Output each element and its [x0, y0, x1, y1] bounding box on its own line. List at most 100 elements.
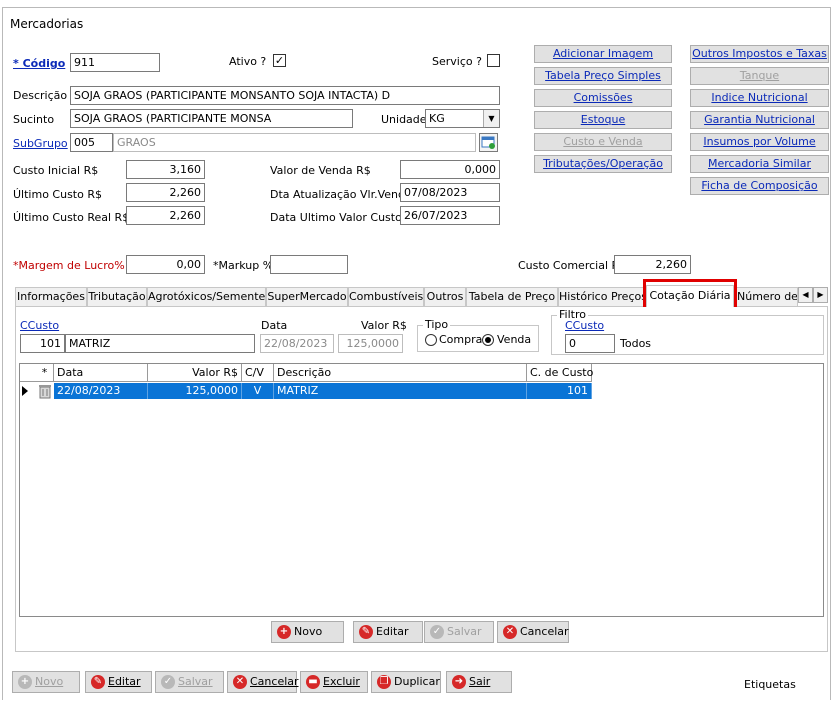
plus-icon: +: [18, 675, 32, 689]
markup-input[interactable]: [270, 255, 348, 274]
ativo-label: Ativo ?: [229, 55, 267, 68]
window-title: Mercadorias: [10, 17, 84, 31]
tab-informacoes[interactable]: Informações: [15, 287, 87, 306]
insumos-por-volume-button[interactable]: Insumos por Volume: [690, 133, 829, 151]
valor-venda-input[interactable]: 0,000: [400, 160, 500, 179]
dta-atualizacao-label: Dta Atualização Vlr.Venda: [270, 188, 412, 201]
valor-input[interactable]: 125,0000: [338, 334, 403, 353]
dta-atualizacao-input[interactable]: 07/08/2023: [400, 183, 500, 202]
salvar-button: ✓ Salvar: [155, 671, 224, 693]
tipo-label: Tipo: [423, 318, 451, 332]
data-label: Data: [261, 319, 288, 332]
tab-scroll-left-icon[interactable]: ◀: [798, 287, 813, 303]
venda-radio[interactable]: [482, 334, 494, 346]
cell-cv[interactable]: V: [242, 383, 274, 399]
cotacao-editar-button[interactable]: ✎ Editar: [353, 621, 423, 643]
data-ultimo-custo-input[interactable]: 26/07/2023: [400, 206, 500, 225]
plus-icon: +: [277, 625, 291, 639]
cell-descricao[interactable]: MATRIZ: [274, 383, 527, 399]
tab-tributacao[interactable]: Tributação: [87, 287, 147, 306]
ccusto-link[interactable]: CCusto: [20, 319, 59, 333]
cotacao-salvar-button: ✓ Salvar: [424, 621, 494, 643]
subgrupo-name-input: GRAOS: [113, 133, 476, 152]
grid-header-star[interactable]: *: [36, 364, 54, 382]
tab-outros[interactable]: Outros: [424, 287, 466, 306]
data-ultimo-custo-label: Data Ultimo Valor Custo: [270, 211, 402, 224]
filtro-ccusto-input[interactable]: 0: [565, 334, 615, 353]
cancel-icon: ✕: [503, 625, 517, 639]
ccusto-name-input[interactable]: MATRIZ: [65, 334, 255, 353]
cancel-icon: ✕: [233, 675, 247, 689]
ativo-checkbox[interactable]: ✓: [273, 54, 286, 67]
pencil-icon: ✎: [91, 675, 105, 689]
cell-data[interactable]: 22/08/2023: [54, 383, 148, 399]
markup-label: *Markup %: [213, 259, 274, 272]
tab-agrotoxicos[interactable]: Agrotóxicos/Sementes: [147, 287, 266, 306]
tributacoes-operacao-button[interactable]: Tributações/Operação: [534, 155, 672, 173]
descricao-label: Descrição: [13, 89, 68, 102]
duplicar-button[interactable]: ❐ Duplicar: [371, 671, 441, 693]
search-subgrupo-button[interactable]: [479, 133, 498, 152]
codigo-link[interactable]: * Código: [13, 57, 65, 71]
exit-icon: ➜: [452, 675, 466, 689]
filtro-ccusto-link[interactable]: CCusto: [565, 319, 604, 333]
editar-button[interactable]: ✎ Editar: [85, 671, 152, 693]
cotacao-novo-button[interactable]: + Novo: [271, 621, 344, 643]
adicionar-imagem-button[interactable]: Adicionar Imagem: [534, 45, 672, 63]
servico-checkbox[interactable]: [487, 54, 500, 67]
table-row-delete[interactable]: [36, 383, 54, 399]
outros-impostos-button[interactable]: Outros Impostos e Taxas: [690, 45, 829, 63]
sucinto-input[interactable]: SOJA GRAOS (PARTICIPANTE MONSA: [70, 109, 353, 128]
custo-inicial-label: Custo Inicial R$: [13, 164, 99, 177]
cotacao-cancelar-button[interactable]: ✕ Cancelar: [497, 621, 569, 643]
grid-header-cv[interactable]: C/V: [242, 364, 274, 382]
row-pointer-icon: [22, 386, 28, 396]
ficha-composicao-button[interactable]: Ficha de Composição: [690, 177, 829, 195]
custo-inicial-input[interactable]: 3,160: [126, 160, 205, 179]
tab-scroll-right-icon[interactable]: ▶: [813, 287, 828, 303]
custo-comercial-label: Custo Comercial R$: [518, 259, 627, 272]
comissoes-button[interactable]: Comissões: [534, 89, 672, 107]
tab-historico-precos[interactable]: Histórico Preços: [558, 287, 646, 306]
grid-indicator-header: [20, 364, 36, 382]
grid-header-valor[interactable]: Valor R$: [148, 364, 242, 382]
compra-radio[interactable]: [425, 334, 437, 346]
subgrupo-code-input[interactable]: 005: [70, 133, 113, 152]
excluir-button[interactable]: ▬ Excluir: [300, 671, 368, 693]
subgrupo-link[interactable]: SubGrupo: [13, 137, 68, 151]
tab-combustiveis[interactable]: Combustíveis: [348, 287, 424, 306]
ultimo-custo-input[interactable]: 2,260: [126, 183, 205, 202]
cotacao-grid[interactable]: * Data Valor R$ C/V Descrição C. de Cust…: [19, 363, 824, 617]
ultimo-custo-label: Último Custo R$: [13, 188, 102, 201]
garantia-nutricional-button[interactable]: Garantia Nutricional: [690, 111, 829, 129]
codigo-input[interactable]: 911: [70, 53, 160, 72]
trash-icon: ▬: [306, 675, 320, 689]
etiquetas-label[interactable]: Etiquetas: [744, 678, 796, 692]
sair-button[interactable]: ➜ Sair: [446, 671, 512, 693]
cell-valor[interactable]: 125,0000: [148, 383, 242, 399]
data-input[interactable]: 22/08/2023: [260, 334, 334, 353]
trash-icon: [39, 385, 51, 399]
grid-header-descricao[interactable]: Descrição: [274, 364, 527, 382]
grid-header-ccusto[interactable]: C. de Custo: [527, 364, 593, 382]
cancelar-button[interactable]: ✕ Cancelar: [227, 671, 299, 693]
cell-ccusto[interactable]: 101: [527, 383, 592, 399]
custo-comercial-input[interactable]: 2,260: [614, 255, 691, 274]
ultimo-custo-real-input[interactable]: 2,260: [126, 206, 205, 225]
grid-header-data[interactable]: Data: [54, 364, 148, 382]
tab-tabela-preco[interactable]: Tabela de Preço: [466, 287, 558, 306]
ccusto-code-input[interactable]: 101: [20, 334, 65, 353]
estoque-button[interactable]: Estoque: [534, 111, 672, 129]
indice-nutricional-button[interactable]: Indice Nutricional: [690, 89, 829, 107]
tab-supermercado[interactable]: SuperMercado: [266, 287, 348, 306]
pencil-icon: ✎: [359, 625, 373, 639]
tab-numero-de-s[interactable]: Número de S: [734, 287, 798, 306]
margem-lucro-label: *Margem de Lucro%: [13, 259, 125, 272]
chevron-down-icon[interactable]: ▼: [483, 110, 499, 127]
duplicate-icon: ❐: [377, 675, 391, 689]
descricao-input[interactable]: SOJA GRAOS (PARTICIPANTE MONSANTO SOJA I…: [70, 86, 500, 105]
unidade-select[interactable]: KG ▼: [425, 109, 500, 128]
margem-lucro-input[interactable]: 0,00: [126, 255, 205, 274]
mercadoria-similar-button[interactable]: Mercadoria Similar: [690, 155, 829, 173]
tabela-preco-simples-button[interactable]: Tabela Preço Simples: [534, 67, 672, 85]
